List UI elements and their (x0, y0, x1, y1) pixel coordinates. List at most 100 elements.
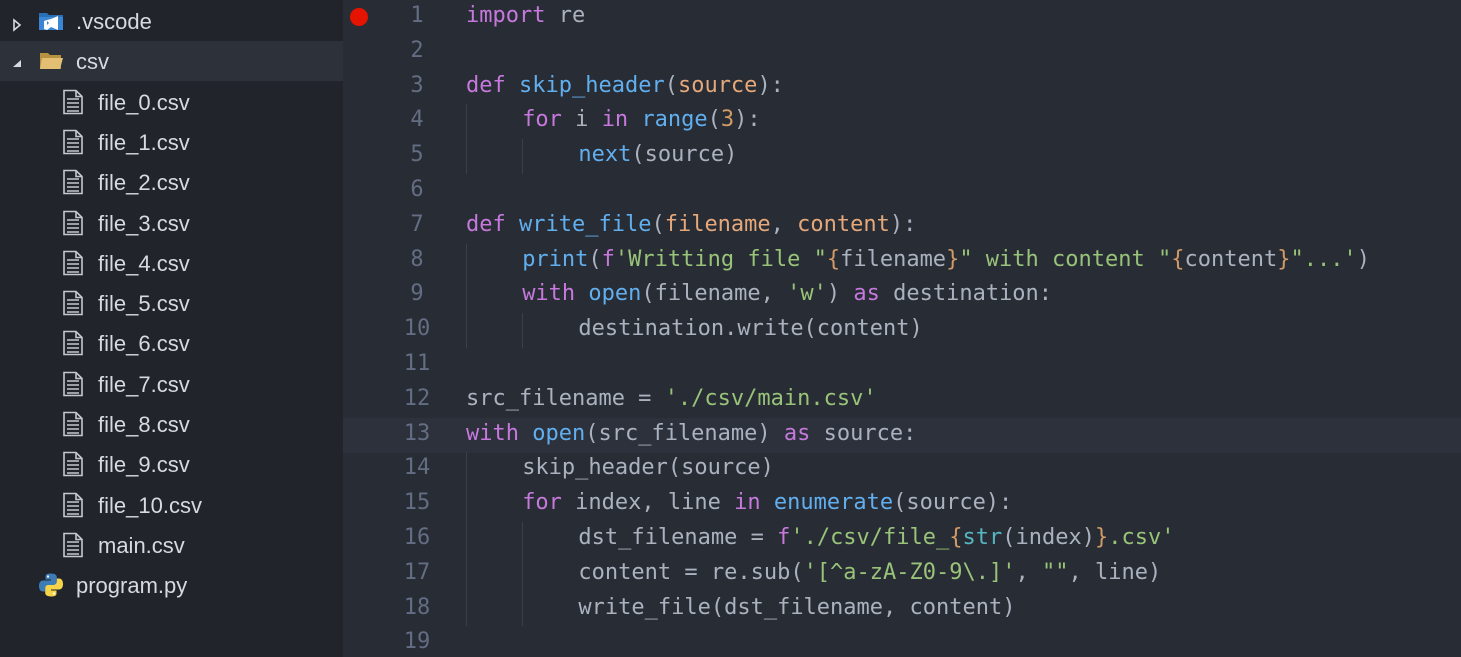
tree-item-file-10-csv[interactable]: file_10.csv (0, 485, 343, 525)
code-line[interactable]: 1 import re (343, 0, 1461, 35)
code-line[interactable]: 17 content = re.sub('[^a-zA-Z0-9\.]', "",… (343, 557, 1461, 592)
code-token: { (1171, 246, 1185, 272)
tree-item-label: .vscode (76, 9, 152, 34)
code-line[interactable]: 14 skip_header(source) (343, 452, 1461, 487)
code-line[interactable]: 4 for i in range(3): (343, 104, 1461, 139)
tree-item-label: file_9.csv (98, 452, 190, 478)
code-token: print (522, 246, 589, 272)
line-number: 19 (403, 629, 431, 655)
code-token: str (962, 525, 1003, 550)
file-text-icon (62, 330, 88, 356)
code-text: src_filename = './csv/main.csv' (466, 386, 877, 411)
code-token: (index) (1002, 525, 1095, 550)
code-line[interactable]: 8 print(f'Writting file "{filename}" with… (343, 244, 1461, 279)
tree-item-file-3-csv[interactable]: file_3.csv (0, 203, 343, 243)
code-token: def (466, 72, 506, 98)
code-line[interactable]: 9 with open(filename, 'w') as destination… (343, 278, 1461, 313)
code-line[interactable]: 2 (343, 35, 1461, 70)
code-token: 3 (720, 107, 735, 133)
chevron-down-icon[interactable] (12, 53, 22, 69)
file-text-icon (62, 451, 88, 477)
tree-item-file-8-csv[interactable]: file_8.csv (0, 404, 343, 444)
line-number: 2 (410, 37, 424, 63)
line-number: 7 (410, 211, 424, 237)
tree-item-label: main.csv (98, 532, 185, 558)
code-line[interactable]: 10 destination.write(content) (343, 313, 1461, 348)
tree-item-file-9-csv[interactable]: file_9.csv (0, 444, 343, 484)
tree-item-program-py[interactable]: program.py (0, 565, 343, 605)
code-token: f (601, 246, 615, 272)
file-text-icon (62, 492, 88, 518)
code-token: content (1184, 246, 1278, 272)
line-number: 17 (403, 559, 431, 585)
code-line[interactable]: 15 for index, line in enumerate(source): (343, 487, 1461, 522)
code-line[interactable]: 3 def skip_header(source): (343, 70, 1461, 105)
file-text-icon (62, 411, 88, 437)
code-line[interactable]: 5 next(source) (343, 139, 1461, 174)
code-token: { (949, 525, 963, 550)
indent-guide (522, 313, 524, 348)
tree-item-label: file_8.csv (98, 412, 190, 437)
code-token: ( (707, 107, 721, 133)
folder-open-icon (38, 48, 64, 74)
code-line[interactable]: 6 (343, 174, 1461, 209)
tree-item-file-0-csv[interactable]: file_0.csv (0, 82, 343, 122)
tree-item-file-5-csv[interactable]: file_5.csv (0, 283, 343, 323)
code-token: 'w' (787, 281, 827, 307)
tree-item-file-4-csv[interactable]: file_4.csv (0, 243, 343, 283)
tree-item-label: file_10.csv (98, 492, 202, 518)
tree-item-label: file_6.csv (98, 331, 190, 357)
line-number: 9 (410, 281, 424, 307)
code-token: "...' (1290, 246, 1357, 272)
file-text-icon (62, 250, 88, 276)
code-line[interactable]: 11 (343, 348, 1461, 383)
tree-item-file-6-csv[interactable]: file_6.csv (0, 323, 343, 363)
file-text-icon (62, 210, 88, 236)
code-token: content (797, 211, 890, 237)
tree-item-label: file_2.csv (98, 170, 190, 196)
code-token: ) (826, 281, 854, 307)
chevron-right-icon[interactable] (12, 13, 22, 32)
code-token: source (677, 72, 758, 98)
code-line[interactable]: 19 (343, 626, 1461, 657)
code-token: ) (1356, 246, 1370, 272)
code-editor[interactable]: 1 import re 2 3 def skip_header(source): 4 for… (343, 0, 1461, 657)
code-line[interactable]: 18 write_file(dst_filename, content) (343, 592, 1461, 627)
tree-item-file-2-csv[interactable]: file_2.csv (0, 162, 343, 202)
code-text: with open(filename, 'w') as destination: (522, 281, 1052, 306)
file-text-icon (62, 129, 88, 155)
code-token: destination.write(content) (578, 316, 923, 342)
tree-item-file-7-csv[interactable]: file_7.csv (0, 364, 343, 404)
python-icon (38, 572, 64, 598)
code-token: filename (840, 246, 947, 272)
tree-item-label: file_7.csv (98, 371, 190, 397)
breakpoint-icon[interactable] (350, 8, 368, 26)
code-token: './csv/file_ (790, 525, 950, 550)
line-number: 14 (403, 455, 431, 481)
code-text: print(f'Writting file "{filename}" with … (522, 247, 1370, 272)
tree-item-label: file_5.csv (98, 291, 190, 317)
code-line[interactable]: 13 with open(src_filename) as source: (343, 417, 1461, 453)
code-token: with (522, 281, 576, 307)
code-token: './csv/main.csv' (664, 385, 877, 411)
tree-item-label: program.py (76, 573, 188, 599)
line-number: 13 (403, 420, 431, 446)
code-text: with open(src_filename) as source: (466, 421, 916, 446)
code-token: (filename, (641, 281, 788, 307)
tree-item-csv[interactable]: csv (0, 41, 343, 82)
tree-item-vscode[interactable]: .vscode (0, 1, 343, 41)
tree-item-file-1-csv[interactable]: file_1.csv (0, 122, 343, 162)
code-line[interactable]: 7 def write_file(filename, content): (343, 209, 1461, 244)
file-text-icon (62, 169, 88, 195)
file-explorer: .vscode csv file_0.csv file_1.csv file_2.csv… (0, 0, 343, 657)
code-line[interactable]: 16 dst_filename = f'./csv/file_{str(index… (343, 522, 1461, 557)
code-token: } (1095, 525, 1109, 550)
tree-item-main-csv[interactable]: main.csv (0, 525, 343, 565)
code-token: ( (588, 246, 602, 272)
code-token: def (466, 211, 506, 237)
code-line[interactable]: 12 src_filename = './csv/main.csv' (343, 383, 1461, 418)
